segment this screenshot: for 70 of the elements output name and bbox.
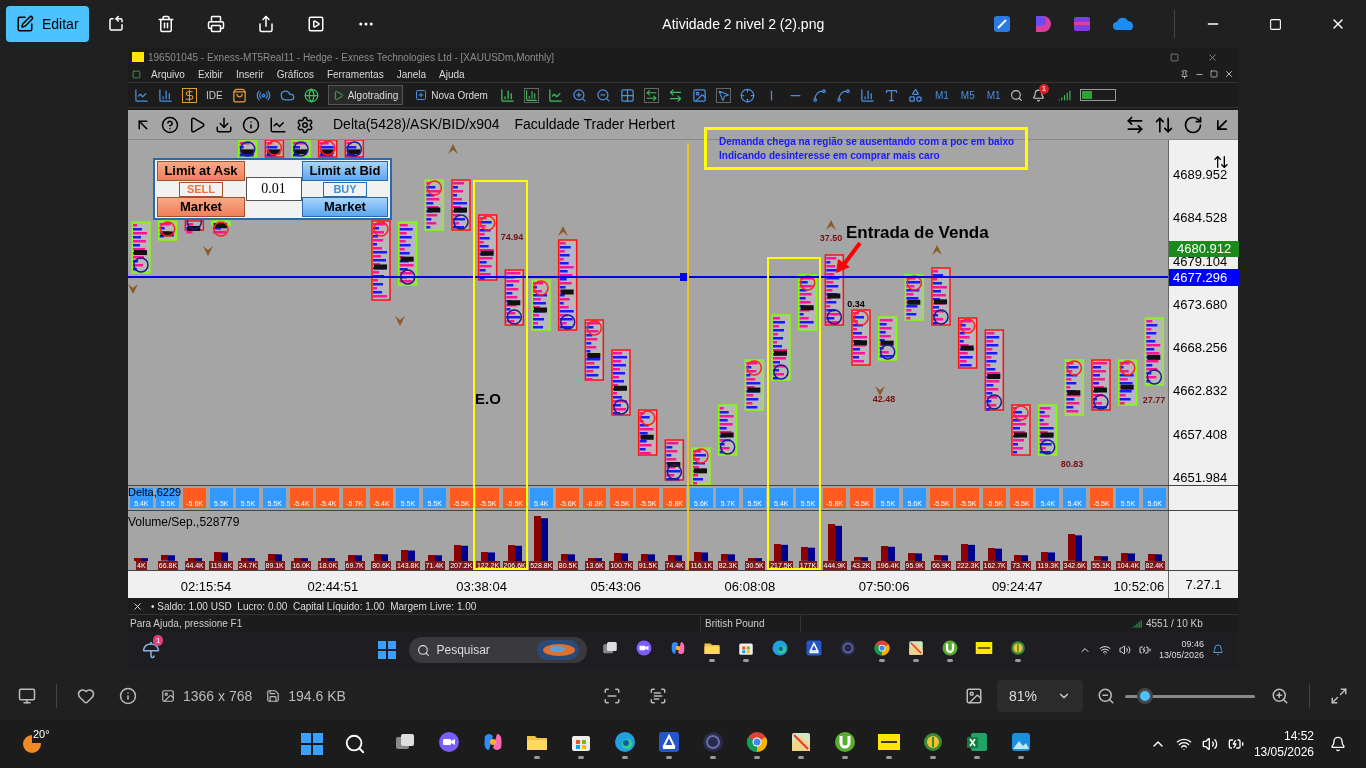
buy-label: BUY	[323, 181, 367, 197]
limit-buy-button[interactable]: Limit at Bid	[302, 161, 388, 181]
value-label: 0.34	[847, 298, 865, 311]
note-text: Indicando desinteresse em comprar mais caro	[719, 149, 941, 162]
algotrading-button[interactable]: Algotrading	[327, 85, 404, 105]
brand-label: Faculdade Trader Herbert	[514, 115, 675, 134]
timeframe-button[interactable]: M1	[986, 87, 1001, 103]
price-label: 4684.528	[1172, 211, 1229, 226]
entry-label: Entrada de Venda	[846, 222, 989, 244]
sell-label: SELL	[179, 181, 223, 197]
search-field[interactable]: Pesquisar	[409, 637, 588, 663]
image-dimensions: 1366 x 768	[183, 686, 253, 706]
value-label: 80.83	[1060, 458, 1084, 471]
value-label: 74.94	[500, 231, 524, 244]
price-label: 4673.680	[1172, 297, 1229, 312]
value-label: 27.77	[1142, 394, 1166, 407]
currency-label: British Pound	[700, 616, 800, 631]
menu-item[interactable]: Ferramentas	[326, 66, 384, 82]
clock-date: 13/05/2026	[1158, 650, 1204, 661]
market-buy-button[interactable]: Market	[302, 197, 388, 217]
file-title: Atividade 2 nivel 2 (2).png	[662, 14, 825, 34]
file-size: 194.6 KB	[288, 686, 346, 706]
price-label: 4662.832	[1172, 384, 1229, 399]
notification-badge: 1	[1038, 83, 1050, 94]
note-text: Demanda chega na região se ausentando com a poc em baixo	[719, 135, 1016, 148]
price-label: 4689.952	[1172, 168, 1229, 182]
time-label: 09:24:47	[991, 578, 1043, 596]
timeframe-button[interactable]: M5	[960, 87, 975, 103]
timeframe-button[interactable]: M1	[934, 87, 949, 103]
window-title: 196501045 - Exness-MT5Real11 - Hedge - Exness Technologies Ltd - [XAUUSDm,Monthly]	[148, 50, 554, 65]
time-label: 06:08:08	[724, 578, 776, 596]
zoom-dropdown[interactable]: 81%	[997, 680, 1083, 712]
time-label: 03:38:04	[456, 578, 507, 596]
time-label: 05:43:06	[590, 578, 642, 596]
clock-time: 09:46	[1181, 639, 1204, 650]
price-label: 4668.256	[1172, 341, 1229, 356]
menu-item[interactable]: Arquivo	[151, 66, 185, 82]
price-label: 4657.408	[1172, 427, 1229, 442]
version-label: 7.27.1	[1185, 575, 1222, 594]
time-label: 07:50:06	[858, 578, 910, 596]
eo-label: E.O	[475, 389, 501, 409]
time-label: 02:15:54	[180, 578, 232, 596]
clock-time: 14:52	[1283, 728, 1314, 744]
help-hint: Para Ajuda, pressione F1	[129, 617, 244, 631]
indicator-label: Delta(5428)/ASK/BID/x904	[333, 115, 500, 134]
account-summary: • Saldo: 1.00 USD Lucro: 0.00 Capital Líquido: 1.00 Margem Livre: 1.00	[151, 599, 477, 614]
menu-item[interactable]: Gráficos	[276, 66, 314, 82]
lot-field[interactable]: 0.01	[245, 177, 302, 201]
time-label: 02:44:51	[307, 578, 359, 596]
delta-label: Delta,6229	[128, 486, 182, 498]
new-order-button[interactable]: Nova Ordem	[412, 85, 491, 105]
ide-button[interactable]: IDE	[206, 87, 223, 103]
menu-item[interactable]: Inserir	[235, 66, 264, 82]
ask-price-badge: 4680.912	[1169, 241, 1239, 257]
limit-sell-button[interactable]: Limit at Ask	[157, 161, 245, 181]
edit-button[interactable]: Editar	[6, 6, 89, 42]
menu-item[interactable]: Ajuda	[439, 66, 465, 82]
menu-item[interactable]: Exibir	[197, 66, 223, 82]
bid-price-badge: 4677.296	[1169, 269, 1239, 286]
price-label: 4651.984	[1172, 470, 1229, 485]
menu-item[interactable]: Janela	[396, 66, 427, 82]
volume-label: Volume/Sep.,528779	[128, 514, 240, 531]
market-sell-button[interactable]: Market	[157, 197, 245, 217]
value-label: 37.50	[819, 232, 843, 245]
clock-date: 13/05/2026	[1253, 744, 1314, 760]
value-label: 42.48	[872, 393, 896, 406]
traffic-label: 4551 / 10 Kb	[1145, 617, 1204, 631]
weather-badge: 1	[153, 635, 164, 646]
time-label: 10:52:06	[1113, 578, 1165, 596]
price-label: 4679.104	[1172, 254, 1229, 269]
